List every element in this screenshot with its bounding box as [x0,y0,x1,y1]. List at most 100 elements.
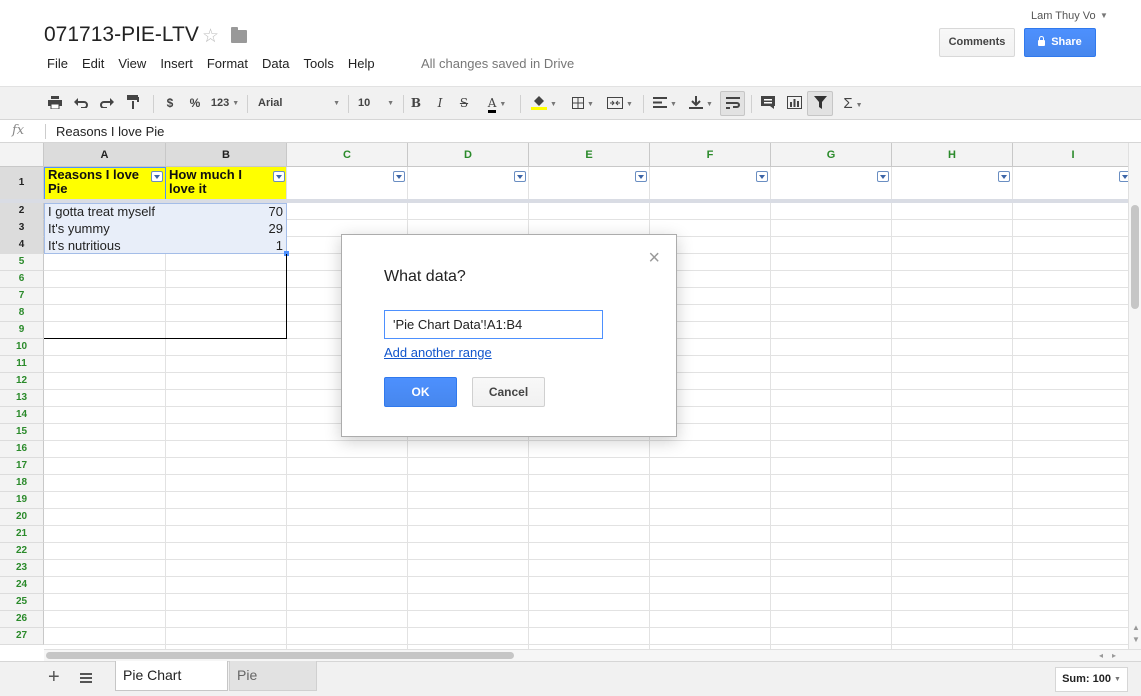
filter-dropdown-icon[interactable] [635,171,647,182]
font-family-dropdown[interactable]: Arial ▼ [252,87,344,120]
chevron-down-icon[interactable]: ▼ [1100,11,1108,20]
row-header-11[interactable]: 11 [0,356,44,373]
menu-format[interactable]: Format [200,55,255,72]
column-header-e[interactable]: E [529,143,650,167]
row-header-24[interactable]: 24 [0,577,44,594]
row-header-1[interactable]: 1 [0,167,44,203]
fill-color-dropdown[interactable]: ▼ [526,87,562,120]
row-header-3[interactable]: 3 [0,220,44,237]
currency-format-button[interactable]: $ [162,87,178,120]
paint-format-icon[interactable] [122,87,144,120]
number-format-dropdown[interactable]: 123 ▼ [208,87,242,120]
comments-button[interactable]: Comments [939,28,1015,57]
font-size-dropdown[interactable]: 10 ▼ [352,87,398,120]
share-button[interactable]: Share [1024,28,1096,57]
row-header-22[interactable]: 22 [0,543,44,560]
scroll-up-icon[interactable]: ▲ [1132,623,1140,632]
column-header-b[interactable]: B [166,143,287,167]
italic-button[interactable]: I [432,87,448,120]
row-header-25[interactable]: 25 [0,594,44,611]
align-dropdown[interactable]: ▼ [648,87,682,120]
folder-icon[interactable] [231,27,247,43]
row-header-2[interactable]: 2 [0,203,44,220]
menu-data[interactable]: Data [255,55,296,72]
user-name[interactable]: Lam Thuy Vo [1031,10,1096,22]
borders-dropdown[interactable]: ▼ [566,87,600,120]
row-header-13[interactable]: 13 [0,390,44,407]
row-header-21[interactable]: 21 [0,526,44,543]
cell-b4[interactable]: 1 [166,237,287,254]
vertical-scrollbar[interactable]: ▲ ▼ [1128,143,1141,649]
text-color-dropdown[interactable]: A ▼ [480,87,514,120]
ok-button[interactable]: OK [384,377,457,407]
row-header-17[interactable]: 17 [0,458,44,475]
print-icon[interactable] [44,87,66,120]
star-icon[interactable]: ☆ [202,25,219,48]
horizontal-scrollbar[interactable]: ◂ ▸ [44,649,1141,661]
add-another-range-link[interactable]: Add another range [384,345,492,360]
column-header-f[interactable]: F [650,143,771,167]
strikethrough-button[interactable]: S [456,87,472,120]
data-range-input[interactable] [384,310,603,339]
column-header-h[interactable]: H [892,143,1013,167]
document-title[interactable]: 071713-PIE-LTV [44,23,199,47]
horizontal-scroll-thumb[interactable] [46,652,514,659]
menu-tools[interactable]: Tools [296,55,340,72]
tab-pie-chart-data[interactable]: Pie Chart Data▼ [115,661,228,696]
menu-help[interactable]: Help [341,55,382,72]
column-header-d[interactable]: D [408,143,529,167]
insert-chart-icon[interactable] [783,87,805,120]
filter-dropdown-icon[interactable] [514,171,526,182]
cell-b1[interactable]: How much I love it [166,167,286,199]
row-header-14[interactable]: 14 [0,407,44,424]
vertical-scroll-thumb[interactable] [1131,205,1139,309]
wrap-text-button[interactable] [720,91,745,116]
filter-dropdown-icon[interactable] [998,171,1010,182]
row-header-4[interactable]: 4 [0,237,44,254]
row-header-7[interactable]: 7 [0,288,44,305]
cancel-button[interactable]: Cancel [472,377,545,407]
save-status[interactable]: All changes saved in Drive [421,56,574,71]
column-header-g[interactable]: G [771,143,892,167]
functions-dropdown[interactable]: Σ ▼ [837,87,869,120]
row-header-15[interactable]: 15 [0,424,44,441]
vertical-align-dropdown[interactable]: ▼ [684,87,718,120]
row-header-16[interactable]: 16 [0,441,44,458]
cell-a3[interactable]: It's yummy [44,220,165,237]
row-header-26[interactable]: 26 [0,611,44,628]
undo-icon[interactable] [70,87,92,120]
row-header-18[interactable]: 18 [0,475,44,492]
close-icon[interactable]: × [648,247,660,270]
filter-button[interactable] [807,91,833,116]
filter-dropdown-icon[interactable] [393,171,405,182]
row-header-20[interactable]: 20 [0,509,44,526]
sum-indicator[interactable]: Sum: 100 ▼ [1055,667,1128,692]
formula-input[interactable]: Reasons I love Pie [56,124,164,139]
insert-comment-icon[interactable] [757,87,779,120]
tab-pie-chart[interactable]: Pie Chart▼ [229,661,317,696]
row-header-10[interactable]: 10 [0,339,44,356]
row-header-27[interactable]: 27 [0,628,44,645]
filter-dropdown-icon[interactable] [151,171,163,182]
menu-file[interactable]: File [40,55,75,72]
row-header-8[interactable]: 8 [0,305,44,322]
cell-a4[interactable]: It's nutritious [44,237,165,254]
redo-icon[interactable] [96,87,118,120]
menu-insert[interactable]: Insert [153,55,200,72]
select-all-corner[interactable] [0,143,44,167]
menu-edit[interactable]: Edit [75,55,111,72]
cell-a2[interactable]: I gotta treat myself [44,203,165,220]
filter-dropdown-icon[interactable] [877,171,889,182]
row-header-5[interactable]: 5 [0,254,44,271]
scroll-right-icon[interactable]: ▸ [1112,651,1116,660]
filter-dropdown-icon[interactable] [273,171,285,182]
cell-b3[interactable]: 29 [166,220,287,237]
row-header-19[interactable]: 19 [0,492,44,509]
percent-format-button[interactable]: % [186,87,204,120]
merge-cells-dropdown[interactable]: ▼ [602,87,638,120]
row-header-9[interactable]: 9 [0,322,44,339]
cell-a1[interactable]: Reasons I love Pie [45,167,165,199]
column-header-i[interactable]: I [1013,143,1128,167]
scroll-left-icon[interactable]: ◂ [1099,651,1103,660]
row-header-6[interactable]: 6 [0,271,44,288]
